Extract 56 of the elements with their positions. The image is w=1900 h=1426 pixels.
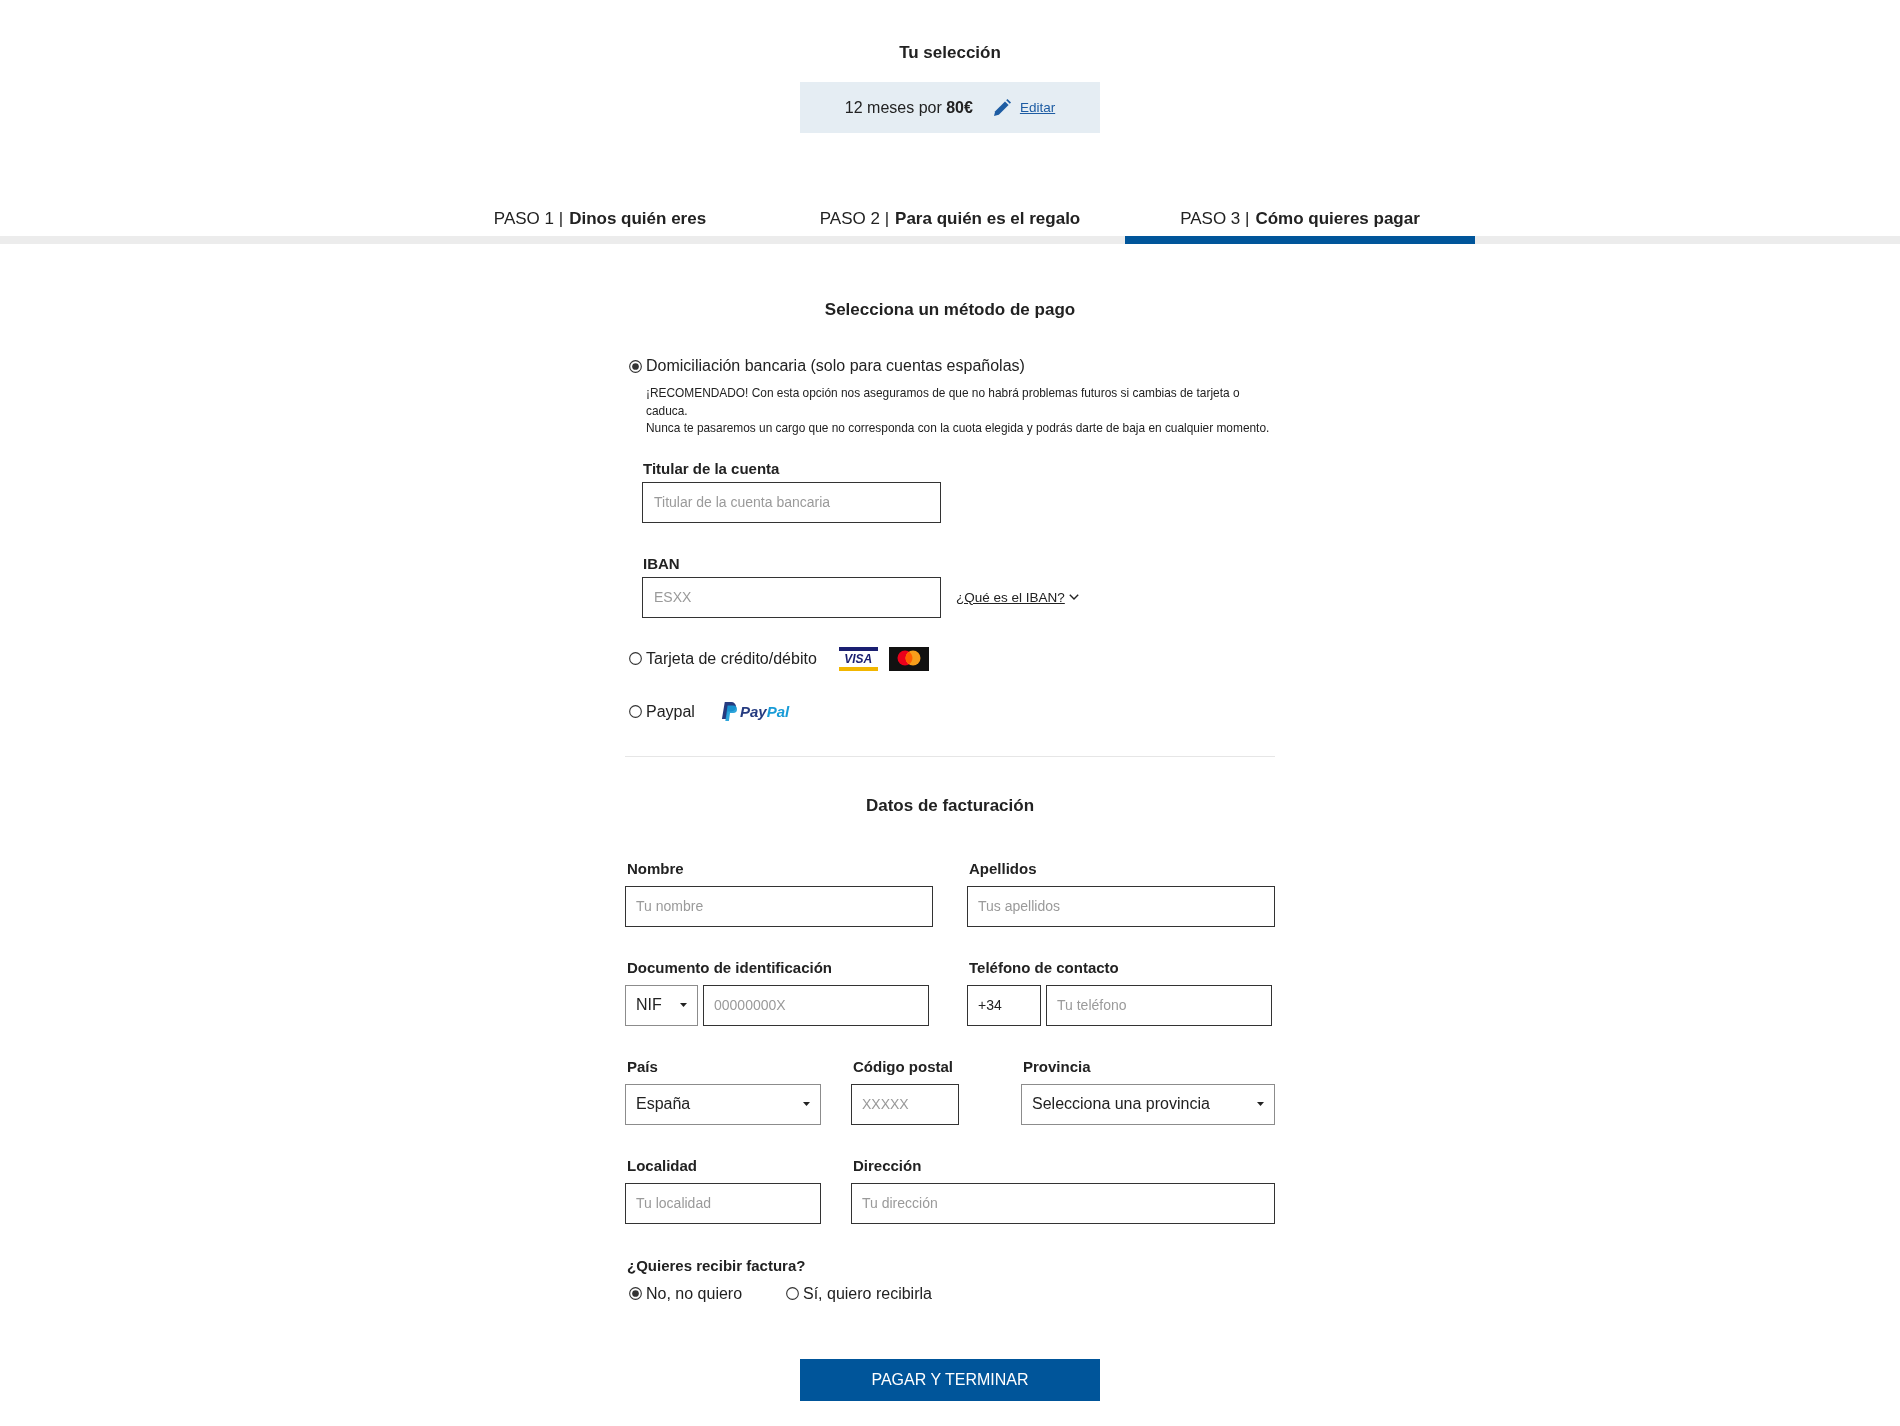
text-field[interactable]: XXXXX [851,1083,959,1125]
note-text: Nunca te pasaremos un cargo que no corresponda con la cuota elegida y podrás darte de baja en cualquier momento. [646,420,1271,437]
text-field[interactable]: Tus apellidos [967,885,1275,927]
caret-icon [803,1102,810,1106]
radio-label: Paypal [646,702,695,721]
radio-label: Tarjeta de crédito/débito [646,649,817,668]
text-field[interactable]: Tu teléfono [1046,984,1272,1026]
field-label: Apellidos [969,859,1037,878]
progress-step: PASO 3 | Cómo quieres pagar [1125,209,1475,244]
progress-step: PASO 1 | Dinos quién eres [425,209,775,244]
selection-summary: 12 meses por 80€ [844,98,973,117]
edit-link[interactable]: Editar [1019,100,1056,115]
prefix-field[interactable]: +34 [967,984,1041,1026]
field-label: IBAN [643,554,680,573]
paypal-wordmark: PayPal [739,703,790,720]
help-link[interactable]: ¿Qué es el IBAN? [956,589,1079,605]
field-label: Dirección [853,1156,922,1175]
radio-button[interactable] [786,1287,799,1300]
field-label: Teléfono de contacto [969,958,1119,977]
dropdown[interactable]: NIF [625,984,698,1026]
note-text: ¡RECOMENDADO! Con esta opción nos aseguramos de que no habrá problemas futuros si cambias de tarjeta o caduca. [646,385,1241,420]
caret-icon [1257,1102,1264,1106]
field-label: Titular de la cuenta [643,459,780,478]
chevron-down-icon [1068,594,1079,600]
radio-button[interactable] [629,359,642,373]
visa-logo: VISA [838,646,878,671]
section-title: Tu selección [898,42,1002,64]
field-label: Nombre [627,859,684,878]
dropdown[interactable]: España [625,1083,821,1125]
text-field[interactable]: Tu dirección [851,1182,1275,1224]
section-title: Datos de facturación [864,794,1036,817]
paypal-mark-icon [720,702,737,721]
radio-label: No, no quiero [646,1284,743,1303]
question-label: ¿Quieres recibir factura? [627,1256,806,1275]
pay-button[interactable]: PAGAR Y TERMINAR [800,1358,1100,1401]
radio-label: Sí, quiero recibirla [803,1284,932,1303]
overlapping-circles-icon [888,646,929,671]
caret-icon [680,1003,687,1007]
text-field[interactable]: ESXX [642,576,941,618]
field-label: Documento de identificación [627,958,833,977]
radio-button[interactable] [629,652,642,665]
field-label: País [627,1057,658,1076]
text-field[interactable]: Titular de la cuenta bancaria [642,481,941,523]
text-field[interactable]: Tu localidad [625,1182,821,1224]
radio-button[interactable] [629,705,642,718]
radio-button[interactable] [629,1287,642,1300]
radio-label: Domiciliación bancaria (solo para cuentas españolas) [646,357,1025,375]
text-field[interactable]: 00000000X [703,984,929,1026]
text-field[interactable]: Tu nombre [625,885,933,927]
progress-step: PASO 2 | Para quién es el regalo [775,209,1125,244]
dropdown[interactable]: Selecciona una provincia [1021,1083,1275,1125]
section-title: Selecciona un método de pago [823,299,1077,321]
field-label: Código postal [853,1057,953,1076]
pencil-icon[interactable] [992,98,1011,117]
field-label: Provincia [1023,1057,1091,1076]
field-label: Localidad [627,1156,697,1175]
